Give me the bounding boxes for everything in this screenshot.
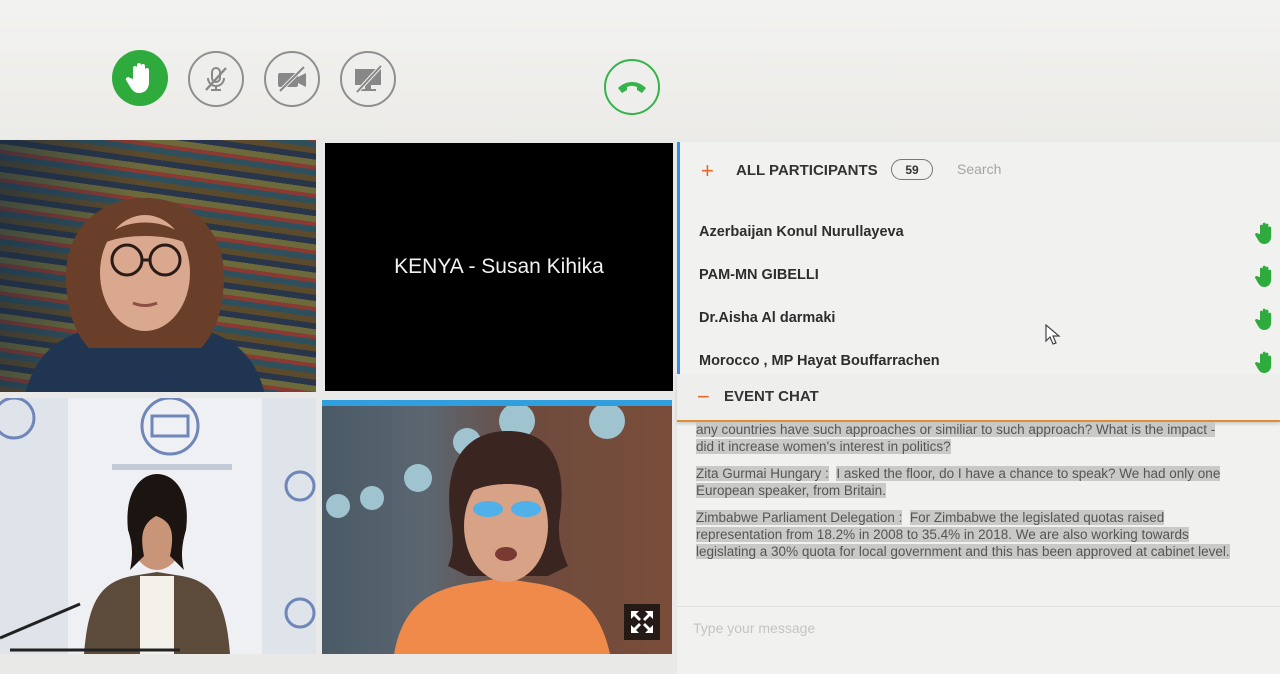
raise-hand-icon (125, 63, 149, 93)
event-chat-title: EVENT CHAT (724, 388, 819, 405)
participant-row[interactable]: PAM-MN GIBELLI (699, 264, 1279, 288)
participant-name-label: KENYA - Susan Kihika (394, 255, 604, 278)
video-tile-host[interactable] (0, 398, 316, 654)
fullscreen-button[interactable] (624, 604, 660, 640)
participant-name: Dr.Aisha Al darmaki (699, 310, 836, 326)
participants-header: + ALL PARTICIPANTS 59 Search (677, 142, 1280, 198)
host-studio-scene (0, 398, 316, 654)
hang-up-button[interactable] (604, 59, 660, 115)
chat-message-sender: Zimbabwe Parliament Delegation : (696, 510, 903, 525)
raised-hand-icon (1255, 351, 1272, 373)
raised-hand-icon (1255, 265, 1272, 287)
chat-message-text: any countries have such approaches or si… (696, 422, 1216, 454)
call-toolbar (0, 0, 1280, 138)
video-tile-speaker[interactable] (0, 140, 316, 392)
chat-message: any countries have such approaches or si… (696, 421, 1236, 455)
raised-hand-icon (1255, 308, 1272, 330)
mouse-cursor-icon (1045, 324, 1061, 345)
mute-mic-button[interactable] (188, 51, 244, 107)
participant-name: Morocco , MP Hayat Bouffarrachen (699, 353, 940, 369)
camera-button[interactable] (264, 51, 320, 107)
chat-message-input[interactable]: Type your message (693, 620, 815, 636)
expand-participants-icon[interactable]: + (701, 158, 714, 184)
expand-icon (631, 611, 653, 633)
participants-title: ALL PARTICIPANTS (736, 162, 878, 179)
mic-muted-icon (205, 67, 227, 91)
raised-hand-icon (1255, 222, 1272, 244)
video-tile-kenya[interactable]: KENYA - Susan Kihika (325, 143, 673, 391)
chat-message: Zimbabwe Parliament Delegation : For Zim… (696, 509, 1236, 560)
chat-messages: any countries have such approaches or si… (696, 421, 1236, 570)
video-tile-speaker-orange[interactable] (322, 400, 672, 654)
participant-count-badge: 59 (891, 159, 933, 180)
chat-message: Zita Gurmai Hungary : I asked the floor,… (696, 465, 1236, 499)
camera-off-icon (278, 65, 306, 93)
participant-row[interactable]: Azerbaijan Konul Nurullayeva (699, 221, 1279, 245)
screen-share-off-icon (355, 64, 383, 94)
chat-message-sender: Zita Gurmai Hungary : (696, 466, 829, 481)
participants-panel-accent (677, 142, 680, 374)
raise-hand-button[interactable] (112, 50, 168, 106)
participant-video-figure (326, 406, 625, 654)
participant-row[interactable]: Dr.Aisha Al darmaki (699, 307, 1279, 331)
screen-share-button[interactable] (340, 51, 396, 107)
participant-name: PAM-MN GIBELLI (699, 267, 819, 283)
side-panel: + ALL PARTICIPANTS 59 Search Azerbaijan … (677, 142, 1280, 674)
participant-row[interactable]: Morocco , MP Hayat Bouffarrachen (699, 350, 1279, 374)
participant-name: Azerbaijan Konul Nurullayeva (699, 224, 904, 240)
hang-up-icon (618, 82, 646, 93)
event-chat-header[interactable]: − EVENT CHAT (677, 374, 1280, 422)
participant-video-figure (25, 198, 265, 392)
collapse-chat-icon[interactable]: − (697, 384, 710, 410)
chat-input-divider (677, 606, 1280, 607)
participant-search-input[interactable]: Search (957, 161, 1001, 177)
